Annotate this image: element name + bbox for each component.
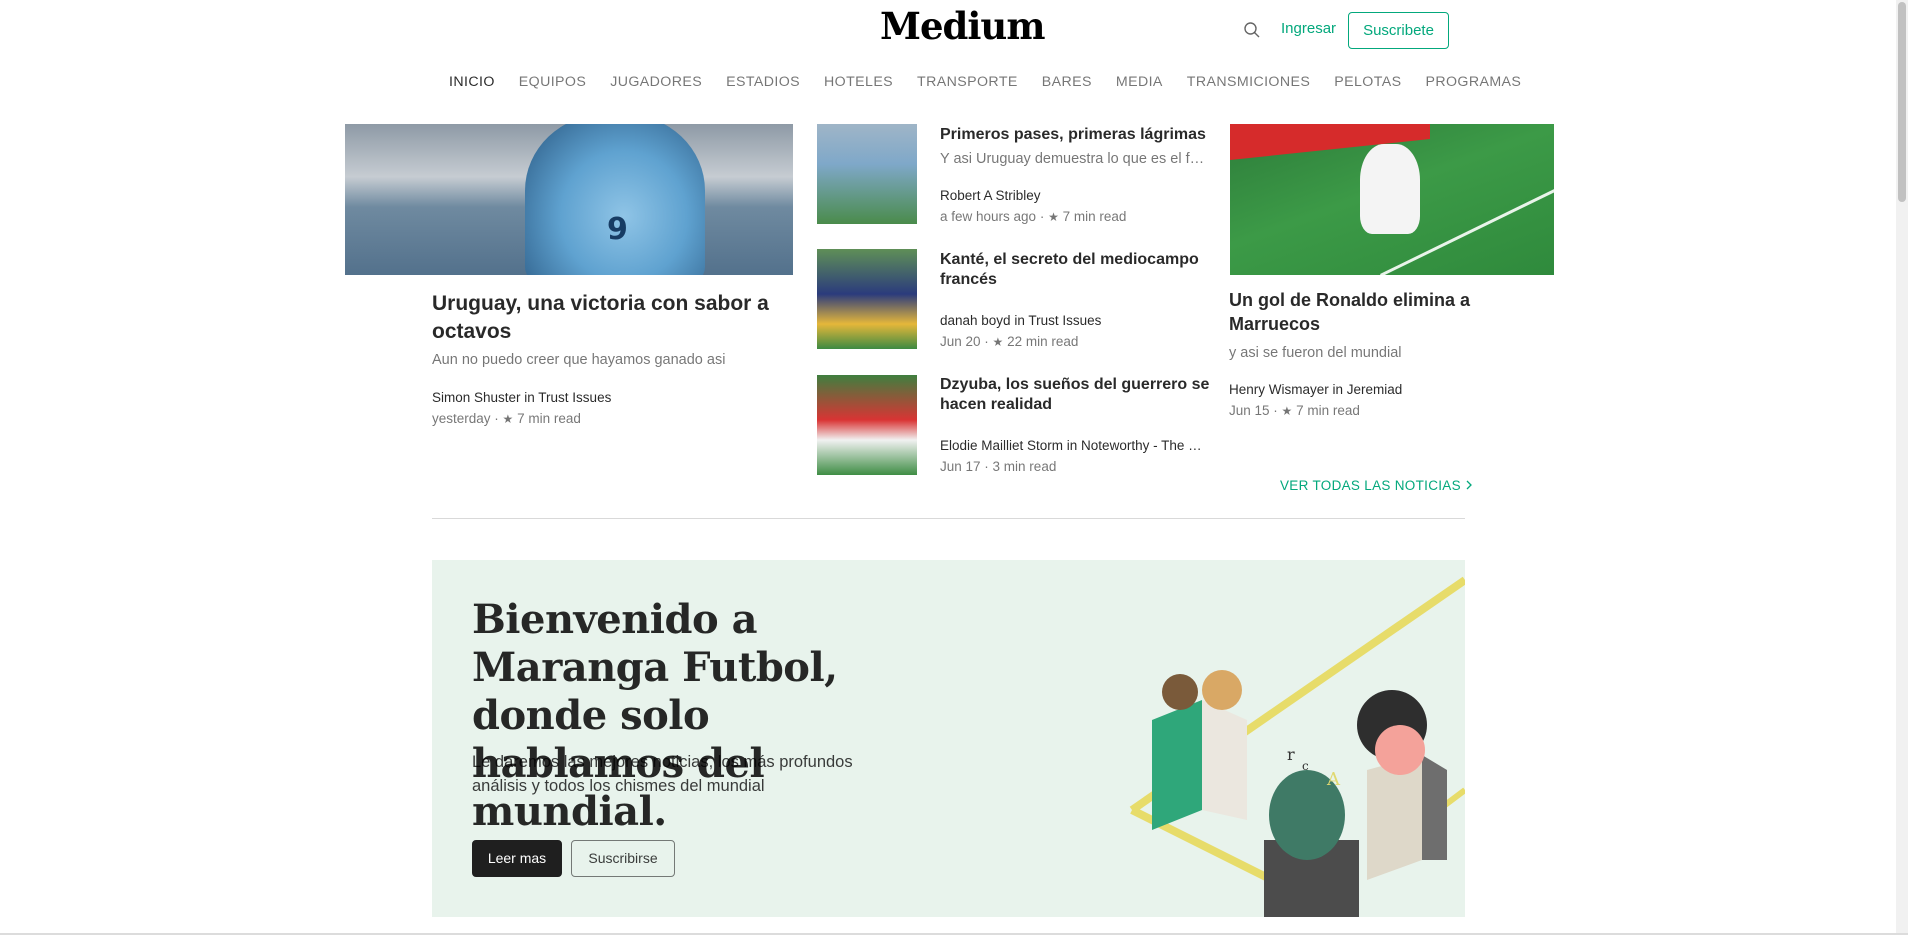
story-title[interactable]: Primeros pases, primeras lágrimas [940, 125, 1220, 145]
story-subtitle[interactable]: Y asi Uruguay demuestra lo que es el fut… [940, 151, 1210, 167]
medium-logo[interactable]: Medium [880, 4, 1045, 48]
story-thumbnail[interactable] [817, 124, 917, 224]
star-icon: ★ [1281, 404, 1293, 418]
right-story-meta: Jun 15 · ★ 7 min read [1229, 403, 1360, 418]
star-icon: ★ [502, 412, 514, 426]
signin-link[interactable]: Ingresar [1281, 20, 1336, 37]
right-story-title[interactable]: Un gol de Ronaldo elimina a Marruecos [1229, 288, 1489, 336]
subscribe-promo-button[interactable]: Suscribirse [571, 840, 675, 877]
nav-item-estadios[interactable]: ESTADIOS [726, 74, 800, 90]
search-icon[interactable] [1242, 20, 1262, 40]
story-date: a few hours ago [940, 209, 1037, 224]
nav-item-equipos[interactable]: EQUIPOS [519, 74, 586, 90]
hero-story-image[interactable]: 9 [345, 124, 793, 275]
story-meta: a few hours ago · ★ 7 min read [940, 209, 1127, 224]
nav-item-transmiciones[interactable]: TRANSMICIONES [1187, 74, 1310, 90]
story-meta: Jun 17 · 3 min read [940, 459, 1057, 474]
topic-nav: INICIO EQUIPOS JUGADORES ESTADIOS HOTELES TRA… [0, 74, 1908, 104]
read-time: 7 min read [1296, 403, 1360, 418]
story-date: Jun 20 [940, 334, 981, 349]
nav-item-transporte[interactable]: TRANSPORTE [917, 74, 1018, 90]
svg-text:r: r [1287, 745, 1295, 764]
player-figure [1360, 144, 1420, 234]
chevron-right-icon [1465, 478, 1473, 493]
nav-item-media[interactable]: MEDIA [1116, 74, 1163, 90]
hero-story-title[interactable]: Uruguay, una victoria con sabor a octavo… [432, 290, 772, 346]
scrollbar-thumb[interactable] [1898, 2, 1906, 202]
read-time: 7 min read [1062, 209, 1127, 224]
story-title[interactable]: Kanté, el secreto del mediocampo francés [940, 250, 1210, 290]
subscribe-button[interactable]: Suscribete [1348, 12, 1449, 49]
promo-title: Bienvenido a Maranga Futbol, donde solo … [472, 596, 838, 835]
nav-item-bares[interactable]: BARES [1042, 74, 1092, 90]
svg-text:A: A [1326, 769, 1341, 790]
story-author[interactable]: Robert A Stribley [940, 188, 1041, 203]
welcome-promo: Bienvenido a Maranga Futbol, donde solo … [432, 560, 1465, 917]
right-story-image[interactable] [1230, 124, 1554, 275]
nav-item-jugadores[interactable]: JUGADORES [610, 74, 702, 90]
page-scrollbar[interactable] [1896, 0, 1908, 935]
right-story-subtitle[interactable]: y asi se fueron del mundial [1229, 345, 1402, 361]
promo-subtitle: Le daremos las mejores noticias, los más… [472, 753, 853, 795]
story-meta: Jun 20 · ★ 22 min read [940, 334, 1079, 349]
svg-text:c: c [1302, 759, 1309, 773]
jersey-number: 9 [607, 212, 628, 247]
promo-illustration: r c A [1129, 576, 1465, 917]
star-icon: ★ [1048, 210, 1059, 224]
read-time: 7 min read [517, 411, 581, 426]
story-date: Jun 15 [1229, 403, 1270, 418]
nav-item-pelotas[interactable]: PELOTAS [1334, 74, 1401, 90]
player-figure [525, 124, 705, 275]
story-thumbnail[interactable] [817, 375, 917, 475]
site-header: Medium Ingresar Suscribete [0, 0, 1908, 60]
nav-list: INICIO EQUIPOS JUGADORES ESTADIOS HOTELES TRA… [449, 74, 1521, 90]
story-thumbnail[interactable] [817, 249, 917, 349]
hero-story-subtitle[interactable]: Aun no puedo creer que hayamos ganado as… [432, 352, 725, 368]
section-divider [432, 518, 1465, 519]
see-all-label: VER TODAS LAS NOTICIAS [1280, 478, 1461, 493]
nav-item-inicio[interactable]: INICIO [449, 74, 495, 90]
nav-item-hoteles[interactable]: HOTELES [824, 74, 893, 90]
read-time: 22 min read [1007, 334, 1079, 349]
hero-story-author[interactable]: Simon Shuster in Trust Issues [432, 390, 611, 405]
read-time: 3 min read [992, 459, 1057, 474]
see-all-news-link[interactable]: VER TODAS LAS NOTICIAS [1280, 478, 1473, 493]
story-author[interactable]: danah boyd in Trust Issues [940, 313, 1101, 328]
star-icon: ★ [992, 335, 1004, 349]
story-date: yesterday [432, 411, 491, 426]
story-title[interactable]: Dzyuba, los sueños del guerrero se hacen… [940, 375, 1210, 415]
story-author[interactable]: Elodie Mailliet Storm in Noteworthy - Th… [940, 438, 1205, 453]
right-story-author[interactable]: Henry Wismayer in Jeremiad [1229, 382, 1402, 397]
nav-item-programas[interactable]: PROGRAMAS [1425, 74, 1521, 90]
read-more-button[interactable]: Leer mas [472, 840, 562, 877]
story-date: Jun 17 [940, 459, 981, 474]
hero-story-meta: yesterday · ★ 7 min read [432, 411, 581, 426]
